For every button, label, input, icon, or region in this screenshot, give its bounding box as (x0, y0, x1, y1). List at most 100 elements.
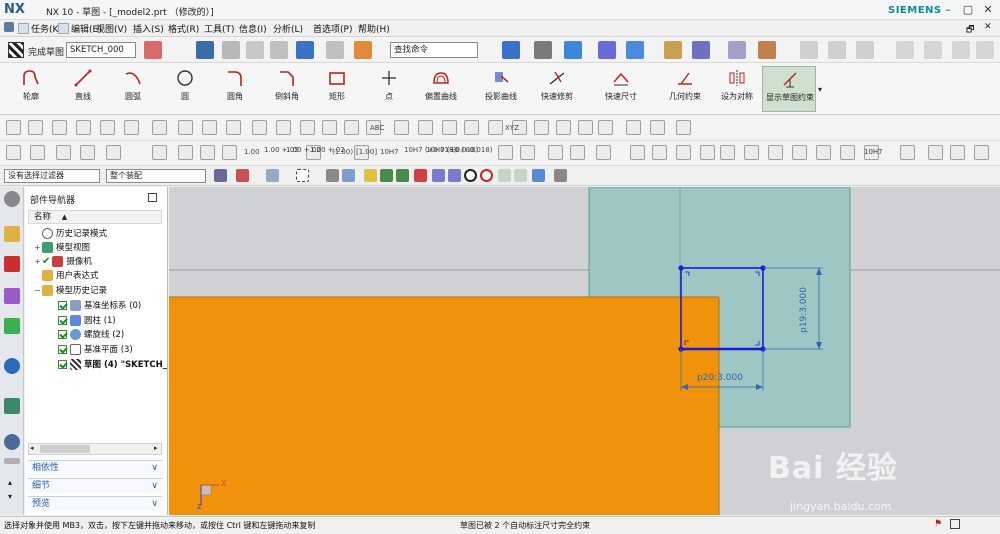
scroll-left-icon[interactable]: ◂ (30, 444, 34, 452)
menu-help[interactable]: 帮助(H) (358, 22, 390, 35)
menu-format[interactable]: 格式(R) (168, 22, 199, 35)
constraint-tool-icon[interactable] (178, 120, 193, 135)
history-clock-icon[interactable] (4, 434, 20, 450)
chamfer-dim-icon[interactable] (976, 41, 994, 59)
checkbox[interactable] (58, 329, 67, 339)
constraint-tool-icon[interactable] (226, 120, 241, 135)
dimension-format-label[interactable]: ABC (370, 124, 384, 132)
close-button[interactable]: ✕ (978, 2, 998, 18)
dimension-horizontal-label[interactable]: p20:3.000 (697, 373, 743, 383)
dimension-tool-icon[interactable] (792, 145, 807, 160)
rapid-dimension-button[interactable]: 快速尺寸 (594, 66, 648, 112)
constraint-tool-icon[interactable] (76, 120, 91, 135)
finish-sketch-icon[interactable] (8, 42, 24, 58)
menu-close-icon[interactable]: ✕ (984, 22, 992, 32)
sketch-reattach-icon[interactable] (144, 41, 162, 59)
navigator-column-header[interactable]: 名称 ▲ (28, 210, 162, 224)
view-section-icon[interactable] (626, 41, 644, 59)
constraint-tool-icon[interactable] (322, 120, 337, 135)
dimension-vertical-label[interactable]: p19:3.000 (799, 287, 809, 333)
dimension-tool-icon[interactable] (630, 145, 645, 160)
snap-view-icon[interactable] (664, 41, 682, 59)
tree-model-views[interactable]: + 模型视图 (34, 241, 90, 253)
dimension-tool-icon[interactable] (570, 145, 585, 160)
dimension-tool-icon[interactable] (744, 145, 759, 160)
redo-icon[interactable] (326, 41, 344, 59)
snap-midpoint-icon[interactable] (380, 169, 393, 182)
move-curve-icon[interactable] (828, 41, 846, 59)
offset-move-icon[interactable] (856, 41, 874, 59)
menu-preferences[interactable]: 首选项(P) (313, 22, 352, 35)
constraint-tool-icon[interactable] (100, 120, 115, 135)
checkbox[interactable] (58, 300, 67, 310)
body-select-icon[interactable] (342, 169, 355, 182)
shaded-icon[interactable] (564, 41, 582, 59)
command-finder-input[interactable]: 查找命令 (390, 42, 478, 58)
checkbox[interactable] (58, 315, 67, 325)
tree-user-expressions[interactable]: 用户表达式 (34, 269, 99, 281)
measure-icon[interactable] (758, 41, 776, 59)
menu-analysis[interactable]: 分析(L) (273, 22, 303, 35)
chamfer-button[interactable]: 倒斜角 (260, 66, 314, 112)
dimension-format-label[interactable]: XYZ (505, 124, 519, 132)
web-browser-icon[interactable] (4, 398, 20, 414)
expand-icon[interactable]: + (34, 257, 42, 266)
constraint-tool-icon[interactable] (394, 120, 409, 135)
constraint-tool-icon[interactable] (276, 120, 291, 135)
scrollbar-thumb[interactable] (40, 445, 90, 453)
profile-button[interactable]: 轮廓 (4, 66, 58, 112)
checkbox[interactable] (58, 344, 67, 354)
finish-sketch-button[interactable]: 完成草图 (28, 45, 64, 58)
snap-endpoint-icon[interactable] (364, 169, 377, 182)
geometric-constraint-button[interactable]: 几何约束 (658, 66, 712, 112)
dimension-tool-icon[interactable] (80, 145, 95, 160)
snap-quadrant-icon[interactable] (448, 169, 461, 182)
resource-scroll-up-icon[interactable]: ▴ (8, 478, 12, 487)
circle-button[interactable]: 圆 (158, 66, 212, 112)
dimension-format-label[interactable]: 10H7 (380, 148, 399, 156)
dimension-tool-icon[interactable] (548, 145, 563, 160)
snap-3d-icon[interactable] (532, 169, 545, 182)
expand-icon[interactable]: + (34, 243, 42, 252)
tree-model-history[interactable]: − 模型历史记录 (34, 284, 107, 296)
constraint-tool-icon[interactable] (442, 120, 457, 135)
dimension-tool-icon[interactable] (520, 145, 535, 160)
assembly-navigator-icon[interactable] (4, 226, 20, 242)
dimension-tool-icon[interactable] (840, 145, 855, 160)
collapse-icon[interactable]: − (34, 286, 42, 295)
multi-select-icon[interactable] (266, 169, 279, 182)
dimension-tool-icon[interactable] (900, 145, 915, 160)
ribbon-more-icon[interactable]: ▾ (818, 85, 822, 94)
constraint-tool-icon[interactable] (344, 120, 359, 135)
snap-point-icon[interactable] (692, 41, 710, 59)
resource-scroll-down-icon[interactable]: ▾ (8, 492, 12, 501)
snap-control-icon[interactable] (396, 169, 409, 182)
delete-curve-icon[interactable] (924, 41, 942, 59)
fit-view-icon[interactable] (502, 41, 520, 59)
copy-icon[interactable] (246, 41, 264, 59)
dimension-tool-icon[interactable] (816, 145, 831, 160)
panel-preview[interactable]: 预览 ∨ (28, 496, 162, 511)
tree-cameras[interactable]: + ✔ 摄像机 (34, 255, 92, 267)
constraint-tool-icon[interactable] (124, 120, 139, 135)
dimension-tool-icon[interactable] (152, 145, 167, 160)
constraint-navigator-icon[interactable] (4, 256, 20, 272)
show-hide-icon[interactable] (326, 169, 339, 182)
selection-scope-select[interactable]: 整个装配 (106, 169, 206, 183)
snap-arc-center-icon[interactable] (432, 169, 445, 182)
dimension-tool-icon[interactable] (178, 145, 193, 160)
dimension-format-label[interactable]: 10 (+0.018) (450, 146, 493, 154)
menu-restore-icon[interactable]: 🗗 (966, 22, 974, 38)
dimension-tool-icon[interactable] (30, 145, 45, 160)
sketch-name-select[interactable]: SKETCH_000 (66, 42, 136, 58)
dimension-tool-icon[interactable] (200, 145, 215, 160)
constraint-tool-icon[interactable] (578, 120, 593, 135)
dimension-format-label[interactable]: [1.00] (356, 148, 377, 156)
tree-datum-csys[interactable]: 基准坐标系 (0) (58, 299, 141, 311)
save-icon[interactable] (196, 41, 214, 59)
process-studio-icon[interactable] (4, 458, 20, 464)
snap-intersection-icon[interactable] (414, 169, 427, 182)
panel-details[interactable]: 细节 ∨ (28, 478, 162, 493)
orient-view-icon[interactable] (598, 41, 616, 59)
constraint-tool-icon[interactable] (534, 120, 549, 135)
